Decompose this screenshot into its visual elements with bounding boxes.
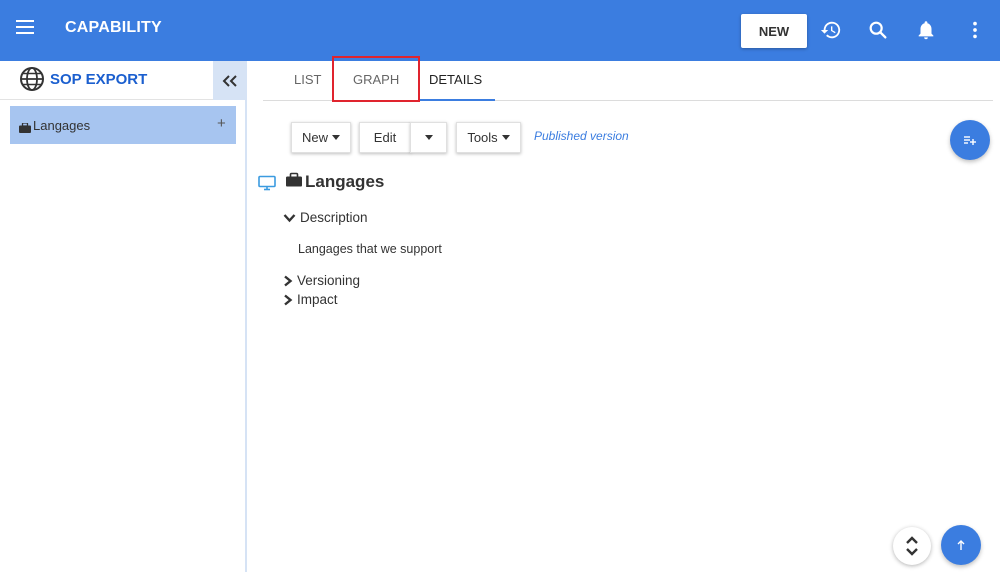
sidebar-title: SOP EXPORT [50, 71, 148, 88]
double-chevron-left-icon [222, 74, 237, 87]
description-content: Langages that we support [298, 242, 442, 256]
notifications-bell-icon[interactable] [913, 17, 939, 43]
object-title: Langages [305, 172, 385, 191]
add-child-button[interactable]: + [217, 115, 226, 132]
view-tabs: LIST GRAPH DETAILS [263, 61, 993, 101]
new-dropdown-button[interactable]: New [291, 122, 351, 153]
chevron-right-icon [284, 275, 293, 286]
section-description[interactable]: Description [283, 210, 368, 225]
section-impact[interactable]: Impact [283, 292, 338, 307]
top-app-bar: CAPABILITY NEW [0, 0, 1000, 61]
new-dropdown-label: New [301, 130, 328, 145]
section-versioning[interactable]: Versioning [283, 273, 360, 288]
new-button[interactable]: NEW [741, 14, 807, 48]
tab-details[interactable]: DETAILS [429, 72, 482, 87]
tab-list[interactable]: LIST [294, 72, 321, 87]
caret-down-icon [501, 135, 510, 140]
sidebar-header: SOP EXPORT [0, 61, 247, 100]
search-icon[interactable] [865, 17, 891, 43]
caret-down-icon [332, 135, 340, 140]
collapse-sidebar-button[interactable] [213, 61, 247, 100]
edit-options-dropdown[interactable] [410, 122, 447, 153]
add-to-list-button[interactable] [950, 120, 990, 160]
arrow-up-icon [957, 540, 965, 550]
section-label: Description [300, 210, 368, 225]
sidebar: SOP EXPORT Langages + [0, 61, 247, 572]
monitor-icon[interactable] [258, 175, 276, 196]
sidebar-item-langages[interactable]: Langages + [10, 106, 236, 144]
edit-button[interactable]: Edit [359, 122, 411, 153]
globe-icon [19, 66, 45, 97]
tab-graph[interactable]: GRAPH [353, 72, 399, 87]
chevron-right-icon [284, 294, 293, 305]
sidebar-item-label: Langages [33, 118, 91, 133]
expand-collapse-button[interactable] [893, 527, 931, 565]
more-vert-icon[interactable] [962, 17, 988, 43]
scroll-top-button[interactable] [941, 525, 981, 565]
section-label: Impact [297, 292, 338, 307]
caret-down-icon [424, 135, 433, 140]
menu-icon[interactable] [16, 20, 36, 36]
playlist-add-icon [964, 136, 976, 145]
chevron-down-icon [283, 213, 296, 222]
section-label: Versioning [297, 273, 361, 288]
version-status[interactable]: Published version [534, 129, 629, 143]
briefcase-icon [286, 172, 302, 193]
unfold-icon [906, 536, 918, 556]
tools-dropdown-button[interactable]: Tools [456, 122, 521, 153]
history-icon[interactable] [818, 17, 844, 43]
briefcase-icon [19, 120, 31, 138]
tools-dropdown-label: Tools [467, 130, 498, 145]
page-title: CAPABILITY [65, 19, 162, 36]
active-tab-indicator [420, 99, 495, 101]
